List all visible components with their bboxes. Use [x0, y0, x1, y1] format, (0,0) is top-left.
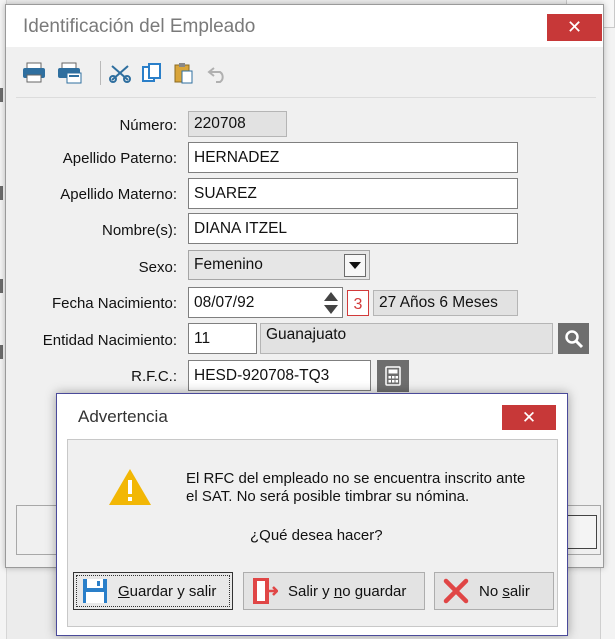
- close-icon: ✕: [566, 17, 583, 37]
- dialog-message-line: el SAT. No será posible timbrar su nómin…: [186, 488, 470, 505]
- floppy-disk-icon: [80, 576, 110, 606]
- print-preview-icon: [58, 62, 82, 84]
- rfc-calculate-button[interactable]: [377, 360, 409, 392]
- nombres-field[interactable]: DIANA ITZEL: [188, 213, 518, 244]
- apellido-materno-value: SUAREZ: [194, 184, 257, 202]
- warning-dialog: Advertencia ✕ El RFC del empleado no se …: [56, 393, 568, 636]
- dont-exit-label: No salir: [479, 582, 530, 600]
- cut-icon: [109, 65, 131, 83]
- calendar-icon: 3: [353, 295, 363, 313]
- warning-icon: [109, 469, 151, 505]
- rfc-value: HESD-920708-TQ3: [194, 366, 330, 384]
- rfc-field[interactable]: HESD-920708-TQ3: [188, 360, 371, 391]
- toolbar-separator: [100, 61, 101, 85]
- age-field: 27 Años 6 Meses: [373, 290, 518, 316]
- dont-exit-button[interactable]: No salir: [434, 572, 554, 610]
- window-titlebar: Identificación del Empleado ✕: [6, 5, 603, 47]
- dialog-title: Advertencia: [78, 407, 168, 426]
- copy-icon: [142, 63, 161, 82]
- save-and-exit-button[interactable]: Guardar y salir: [73, 572, 233, 610]
- calculator-icon: [385, 366, 401, 386]
- entidad-search-button[interactable]: [558, 323, 589, 354]
- entidad-name-value: Guanajuato: [266, 325, 347, 343]
- apellido-paterno-field[interactable]: HERNADEZ: [188, 142, 518, 173]
- entidad-name-field: Guanajuato: [260, 323, 553, 354]
- fecha-nacimiento-field[interactable]: 08/07/92: [188, 287, 343, 318]
- numero-label: Número:: [119, 117, 177, 134]
- apellido-materno-label: Apellido Materno:: [60, 186, 177, 203]
- toolbar-divider: [16, 97, 596, 98]
- paste-button[interactable]: [170, 57, 198, 89]
- cut-button[interactable]: [106, 57, 134, 89]
- sexo-label: Sexo:: [138, 259, 177, 276]
- dialog-close-button[interactable]: ✕: [502, 405, 556, 430]
- bottom-panel-button[interactable]: [564, 515, 597, 549]
- x-mark-icon: [441, 576, 471, 606]
- window-title: Identificación del Empleado: [23, 16, 256, 37]
- apellido-paterno-label: Apellido Paterno:: [62, 150, 177, 167]
- undo-icon: [207, 67, 224, 83]
- sexo-select[interactable]: Femenino: [188, 250, 370, 280]
- sexo-value: Femenino: [194, 256, 263, 273]
- exit-without-saving-button[interactable]: Salir y no guardar: [243, 572, 425, 610]
- chevron-down-icon[interactable]: [344, 254, 366, 277]
- window-close-button[interactable]: ✕: [547, 14, 602, 41]
- print-button[interactable]: [20, 57, 48, 89]
- dialog-message-line: El RFC del empleado no se encuentra insc…: [186, 470, 526, 487]
- dialog-question: ¿Qué desea hacer?: [250, 527, 383, 544]
- exit-without-saving-label: Salir y no guardar: [288, 582, 407, 600]
- nombres-value: DIANA ITZEL: [194, 219, 288, 237]
- numero-field: 220708: [188, 111, 287, 137]
- save-and-exit-label: Guardar y salir: [118, 582, 217, 600]
- entidad-code-value: 11: [194, 329, 211, 347]
- printer-icon: [23, 62, 45, 83]
- age-value: 27 Años 6 Meses: [379, 294, 498, 311]
- undo-button[interactable]: [204, 57, 232, 89]
- nombres-label: Nombre(s):: [101, 222, 177, 239]
- paste-icon: [174, 63, 193, 84]
- background-edge-mark: [0, 279, 3, 293]
- rfc-label: R.F.C.:: [131, 368, 177, 385]
- apellido-materno-field[interactable]: SUAREZ: [188, 178, 518, 209]
- apellido-paterno-value: HERNADEZ: [194, 148, 280, 166]
- entidad-nacimiento-label: Entidad Nacimiento:: [42, 332, 177, 349]
- background-edge-mark: [0, 88, 3, 102]
- numero-value: 220708: [194, 115, 246, 132]
- background-edge-mark: [0, 186, 3, 200]
- copy-button[interactable]: [138, 57, 166, 89]
- search-icon: [564, 329, 583, 348]
- exit-door-icon: [250, 576, 280, 606]
- dialog-body: El RFC del empleado no se encuentra insc…: [67, 439, 558, 627]
- calendar-button[interactable]: 3: [347, 290, 369, 316]
- entidad-code-field[interactable]: 11: [188, 323, 257, 354]
- date-spinner-icon[interactable]: [322, 290, 340, 316]
- dialog-message: El RFC del empleado no se encuentra insc…: [186, 470, 525, 506]
- background-edge-mark: [0, 345, 3, 359]
- toolbar: [16, 57, 596, 98]
- fecha-nacimiento-value: 08/07/92: [194, 293, 255, 311]
- fecha-nacimiento-label: Fecha Nacimiento:: [51, 295, 177, 312]
- print-preview-button[interactable]: [56, 57, 84, 89]
- close-icon: ✕: [521, 407, 537, 427]
